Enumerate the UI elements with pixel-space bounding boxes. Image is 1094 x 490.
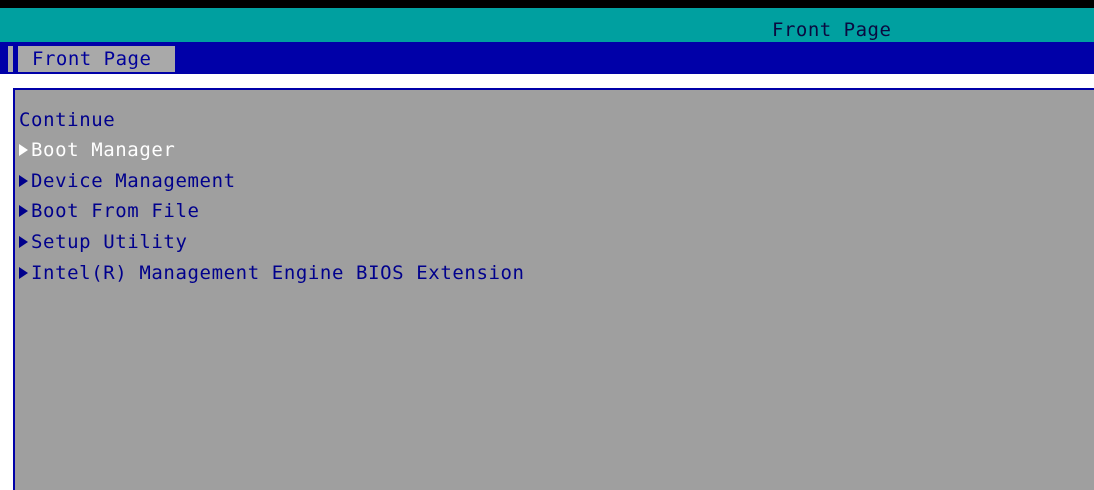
- menu-item-device-management[interactable]: Device Management: [19, 169, 236, 193]
- menu-panel: Continue Boot Manager Device Management …: [13, 88, 1094, 490]
- page-title: Front Page: [772, 19, 892, 41]
- triangle-right-icon: [19, 236, 28, 248]
- menu-item-continue[interactable]: Continue: [19, 108, 115, 132]
- menu-item-intel-mebx[interactable]: Intel(R) Management Engine BIOS Extensio…: [19, 261, 525, 285]
- top-border: [0, 0, 1094, 8]
- menu-item-boot-manager[interactable]: Boot Manager: [19, 138, 175, 162]
- tab-front-page[interactable]: Front Page: [18, 46, 175, 72]
- triangle-right-icon: [19, 205, 28, 217]
- triangle-right-icon: [19, 175, 28, 187]
- menu-item-label: Setup Utility: [31, 231, 188, 253]
- menu-item-boot-from-file[interactable]: Boot From File: [19, 199, 200, 223]
- bios-screen: Front Page Front Page Continue Boot Mana…: [0, 0, 1094, 490]
- tab-left-edge: [8, 46, 13, 72]
- menu-item-setup-utility[interactable]: Setup Utility: [19, 230, 188, 254]
- title-bar: Front Page: [0, 8, 1094, 42]
- triangle-right-icon: [19, 267, 28, 279]
- menu-item-label: Boot From File: [31, 200, 200, 222]
- menu-item-label: Device Management: [31, 170, 236, 192]
- menu-item-label: Intel(R) Management Engine BIOS Extensio…: [31, 262, 525, 284]
- menu-item-label: Boot Manager: [31, 139, 176, 161]
- triangle-right-icon: [19, 144, 28, 156]
- tab-front-page-label: Front Page: [32, 48, 152, 70]
- menu-item-label: Continue: [19, 109, 116, 131]
